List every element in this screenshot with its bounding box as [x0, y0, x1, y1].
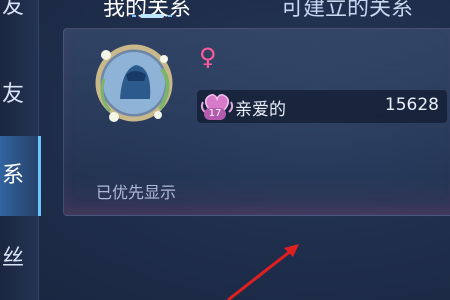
- relationship-name: 亲爱的: [235, 100, 286, 120]
- active-tab-indicator: [132, 14, 172, 18]
- relationship-card[interactable]: ♀ 17 亲爱的 15628 已优先显示: [63, 28, 450, 216]
- pinned-status-text: 已优先显示: [96, 183, 177, 202]
- tab-my-relations[interactable]: 我的关系: [103, 0, 191, 22]
- sidebar-item-label: 丝: [2, 246, 25, 271]
- sidebar-item-4[interactable]: 丝: [0, 246, 38, 272]
- sidebar: 友 友 系 丝: [0, 0, 41, 300]
- sidebar-item-1[interactable]: 友: [0, 0, 38, 20]
- red-arrow-annotation: [227, 244, 299, 300]
- sidebar-item-label: 友: [2, 82, 25, 107]
- sidebar-item-label: 系: [2, 163, 25, 188]
- female-icon: ♀: [199, 43, 217, 71]
- tab-available-relations[interactable]: 可建立的关系: [281, 0, 413, 22]
- relationship-bar: 17 亲爱的 15628: [197, 90, 447, 123]
- relationship-level-badge: 17: [204, 108, 226, 120]
- intimacy-score: 15628: [384, 95, 439, 115]
- sidebar-item-2[interactable]: 友: [0, 82, 38, 108]
- sidebar-item-label: 友: [2, 0, 25, 19]
- avatar[interactable]: [92, 39, 176, 127]
- sidebar-item-3-active[interactable]: 系: [0, 136, 41, 216]
